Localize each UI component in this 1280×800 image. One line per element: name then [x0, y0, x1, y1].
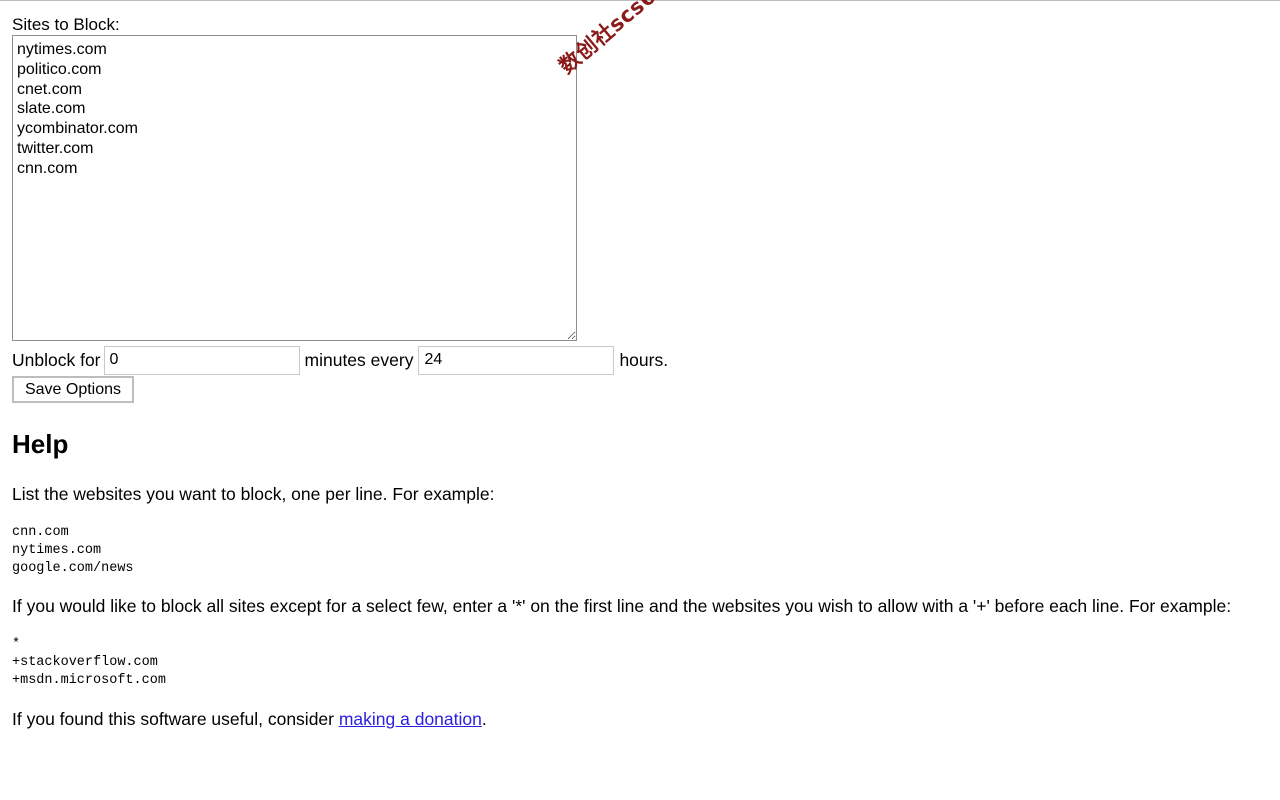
sites-to-block-textarea[interactable]: nytimes.com politico.com cnet.com slate.…	[12, 35, 577, 341]
minutes-every-label: minutes every	[304, 349, 414, 370]
unblock-row: Unblock for minutes every hours.	[12, 345, 1280, 375]
donation-prefix: If you found this software useful, consi…	[12, 709, 339, 729]
donation-suffix: .	[481, 709, 487, 729]
hours-label: hours.	[619, 349, 669, 370]
options-page: Sites to Block: nytimes.com politico.com…	[12, 15, 1280, 729]
help-intro-text: List the websites you want to block, one…	[12, 484, 495, 504]
sites-to-block-label: Sites to Block:	[12, 15, 120, 34]
allow-example-code: * +stackoverflow.com +msdn.microsoft.com	[12, 637, 166, 688]
donation-text: If you found this software useful, consi…	[12, 708, 487, 730]
donation-link[interactable]: making a donation	[339, 709, 482, 729]
block-example-code: cnn.com nytimes.com google.com/news	[12, 525, 134, 576]
unblock-minutes-input[interactable]	[103, 345, 300, 375]
unblock-for-label: Unblock for	[12, 349, 101, 370]
save-options-button[interactable]: Save Options	[12, 376, 134, 403]
allow-intro-text: If you would like to block all sites exc…	[12, 596, 1232, 616]
unblock-hours-input[interactable]	[418, 345, 615, 375]
help-heading: Help	[12, 429, 69, 459]
